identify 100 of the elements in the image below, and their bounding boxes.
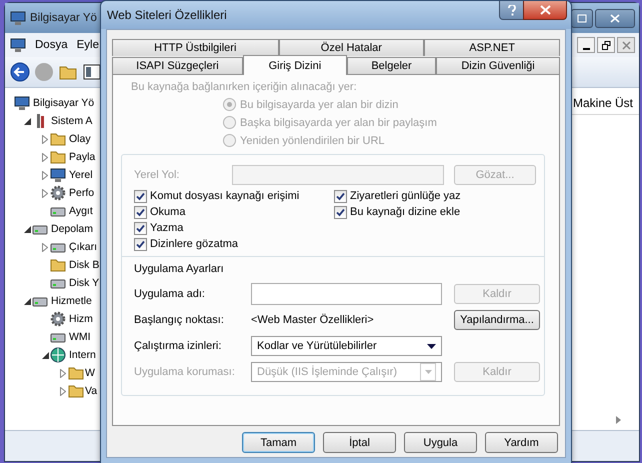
- field-label: Uygulama adı:: [134, 288, 206, 300]
- path-field[interactable]: [232, 165, 444, 185]
- tree-item[interactable]: WMI: [69, 331, 91, 343]
- checkbox-label: Okuma: [150, 206, 186, 218]
- folder-icon: [68, 365, 84, 381]
- checkbox[interactable]: [134, 238, 147, 250]
- collapsed-icon[interactable]: [60, 386, 66, 396]
- restore-icon: [602, 40, 610, 50]
- restore-button[interactable]: [597, 37, 615, 53]
- globe-icon: [50, 347, 66, 363]
- expanded-icon[interactable]: [42, 352, 48, 358]
- computer-icon: [50, 167, 66, 183]
- dropdown-arrow-icon: [427, 344, 436, 348]
- collapsed-icon[interactable]: [42, 134, 48, 144]
- checkbox-label: Bu kaynağı dizine ekle: [350, 206, 460, 218]
- tree-item[interactable]: Intern: [69, 349, 96, 361]
- checkbox[interactable]: [134, 206, 147, 218]
- collapsed-icon[interactable]: [42, 152, 48, 162]
- dialog-button[interactable]: Uygula: [404, 432, 477, 453]
- section-label: Bu kaynağa bağlanırken içeriğin alınacağı yer:: [131, 81, 358, 93]
- computer-icon: [10, 10, 26, 26]
- panel-icon[interactable]: [82, 62, 102, 82]
- tree-item[interactable]: Aygıt: [69, 205, 93, 217]
- computer-icon: [14, 95, 30, 111]
- tab[interactable]: ASP.NET: [424, 39, 560, 56]
- tab[interactable]: Özel Hatalar: [278, 39, 424, 56]
- checkbox[interactable]: [334, 190, 347, 202]
- row-button[interactable]: Yapılandırma...: [454, 310, 540, 330]
- field-label: Çalıştırma izinleri:: [134, 340, 222, 352]
- close-icon: [540, 5, 550, 15]
- tree-item[interactable]: Sistem A: [51, 115, 92, 127]
- checkbox-label: Ziyaretleri günlüğe yaz: [350, 190, 461, 202]
- tree-item[interactable]: W: [85, 367, 95, 379]
- computer-icon: [10, 37, 26, 53]
- radio-label: Bu bilgisayarda yer alan bir dizin: [240, 98, 398, 110]
- tab[interactable]: ISAPI Süzgeçleri: [112, 57, 243, 74]
- minimize-button[interactable]: [577, 37, 595, 53]
- dialog-button[interactable]: İptal: [323, 432, 396, 453]
- gear-icon: [50, 185, 66, 201]
- tree-item[interactable]: Çıkarı: [69, 241, 98, 253]
- field-label: Başlangıç noktası:: [134, 314, 225, 326]
- menu-item[interactable]: Dosya: [35, 39, 68, 51]
- restore-icon: [577, 14, 587, 22]
- tree-item[interactable]: Hizmetle: [51, 295, 92, 307]
- checkbox[interactable]: [134, 222, 147, 234]
- tab[interactable]: Dizin Güvenliği: [436, 57, 560, 74]
- gear-icon: [50, 311, 66, 327]
- scroll-right-icon[interactable]: [616, 416, 621, 424]
- tree-item[interactable]: Va: [85, 385, 98, 397]
- tree-item[interactable]: Yerel: [69, 169, 93, 181]
- dialog-button[interactable]: Tamam: [242, 432, 315, 453]
- tree-item[interactable]: Disk Y: [69, 277, 100, 289]
- radio-label: Yeniden yönlendirilen bir URL: [240, 134, 385, 146]
- expanded-icon[interactable]: [24, 118, 30, 124]
- checkbox[interactable]: [134, 190, 147, 202]
- tab[interactable]: HTTP Üstbilgileri: [112, 39, 279, 56]
- tree-item[interactable]: Olay: [69, 133, 91, 145]
- minimize-icon: [582, 48, 590, 50]
- field-label: Yerel Yol:: [134, 169, 180, 181]
- window-title: Bilgisayar Yö: [30, 12, 97, 24]
- close-button[interactable]: [523, 1, 567, 20]
- tab[interactable]: Giriş Dizini: [242, 55, 347, 75]
- collapsed-icon[interactable]: [42, 188, 48, 198]
- dialog-button[interactable]: Yardım: [485, 432, 558, 453]
- folder-icon: [50, 149, 66, 165]
- help-button[interactable]: [499, 1, 525, 20]
- tree-item[interactable]: Depolam: [51, 223, 94, 235]
- tree-item[interactable]: Bilgisayar Yö: [33, 97, 94, 109]
- close-icon: [610, 14, 620, 22]
- name-field[interactable]: [251, 283, 442, 305]
- tree-item[interactable]: Disk B: [69, 259, 100, 271]
- help-icon: [508, 4, 516, 16]
- menu-item[interactable]: Eyle: [76, 39, 99, 51]
- checkbox[interactable]: [334, 206, 347, 218]
- expanded-icon[interactable]: [24, 298, 30, 304]
- restore-button[interactable]: [571, 8, 593, 28]
- collapsed-icon[interactable]: [42, 242, 48, 252]
- dropdown[interactable]: Kodlar ve Yürütülebilirler: [251, 336, 442, 356]
- folder-icon: [50, 131, 66, 147]
- folder-icon: [50, 257, 66, 273]
- dialog-title: Web Siteleri Özellikleri: [107, 8, 227, 22]
- radio-label: Başka bilgisayarda yer alan bir paylaşım: [240, 116, 437, 128]
- folder-icon: [68, 383, 84, 399]
- field-label: Uygulama koruması:: [134, 366, 236, 378]
- tab[interactable]: Belgeler: [346, 57, 436, 74]
- collapsed-icon[interactable]: [60, 368, 66, 378]
- start-point-value: <Web Master Özellikleri>: [251, 314, 374, 326]
- expanded-icon[interactable]: [24, 226, 30, 232]
- tree-item[interactable]: Perfo: [69, 187, 94, 199]
- tree-item[interactable]: Hizm: [69, 313, 93, 325]
- back-icon[interactable]: [10, 62, 30, 82]
- collapsed-icon[interactable]: [42, 170, 48, 180]
- tree-item[interactable]: Payla: [69, 151, 96, 163]
- section-title: Uygulama Ayarları: [134, 263, 225, 275]
- checkbox-label: Komut dosyası kaynağı erişimi: [150, 190, 300, 202]
- checkbox-label: Yazma: [150, 222, 184, 234]
- checkbox-label: Dizinlere gözatma: [150, 238, 238, 250]
- dropdown-arrow-icon: [424, 370, 432, 374]
- close-button[interactable]: [595, 8, 635, 28]
- close-icon: [622, 40, 630, 50]
